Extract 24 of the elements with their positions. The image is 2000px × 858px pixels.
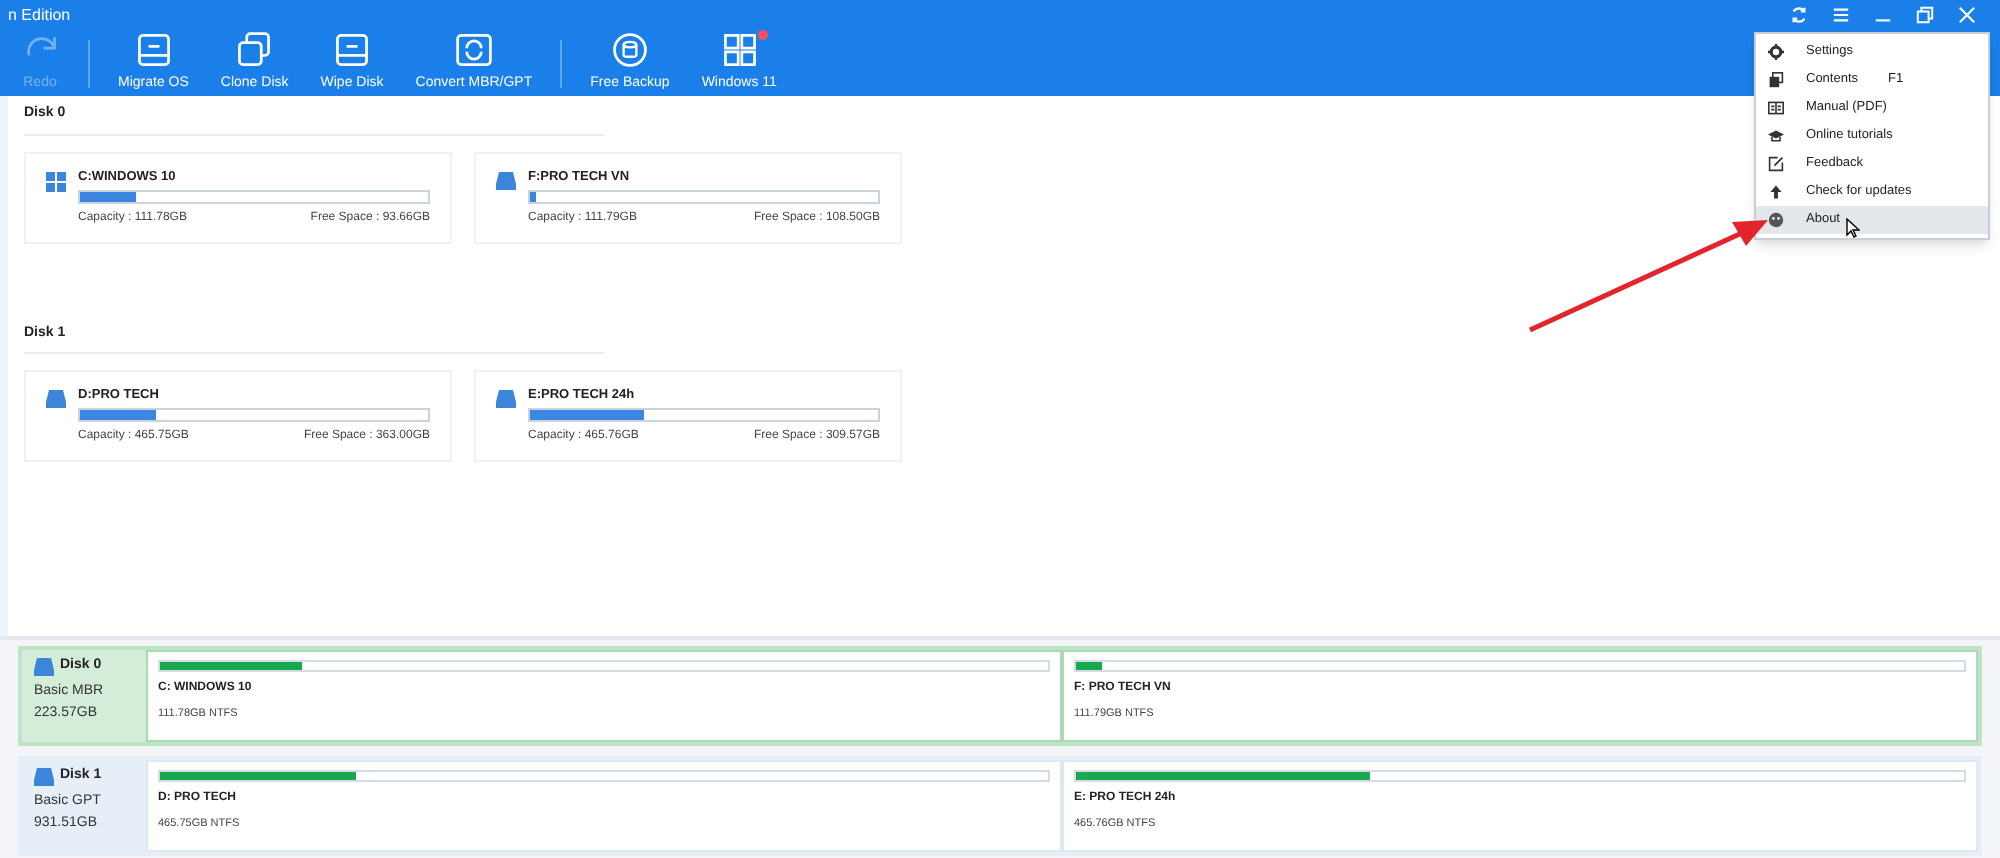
drive-icon (453, 30, 494, 70)
drive-icon (496, 390, 516, 408)
face-icon (1768, 212, 1784, 228)
edit-icon (1768, 156, 1784, 172)
windows-icon (46, 171, 66, 191)
menu-icon[interactable] (1832, 6, 1850, 24)
windows-icon (719, 30, 760, 70)
drive-icon (332, 30, 373, 70)
drive-icon (496, 171, 516, 189)
graduation-cap-icon (1768, 128, 1784, 144)
pages-icon (1768, 72, 1784, 88)
close-icon[interactable] (1958, 6, 1976, 24)
settings-icon (1768, 44, 1784, 60)
clone-icon (234, 30, 275, 70)
drive-icon (46, 390, 66, 408)
refresh-icon[interactable] (1790, 6, 1808, 24)
drive-icon (133, 30, 174, 70)
book-icon (1768, 100, 1784, 116)
database-icon (609, 30, 650, 70)
window-title: n Edition (8, 3, 71, 27)
up-arrow-icon (1768, 184, 1784, 200)
drive-icon (34, 767, 54, 786)
restore-icon[interactable] (1916, 6, 1934, 24)
drive-icon (34, 657, 54, 676)
